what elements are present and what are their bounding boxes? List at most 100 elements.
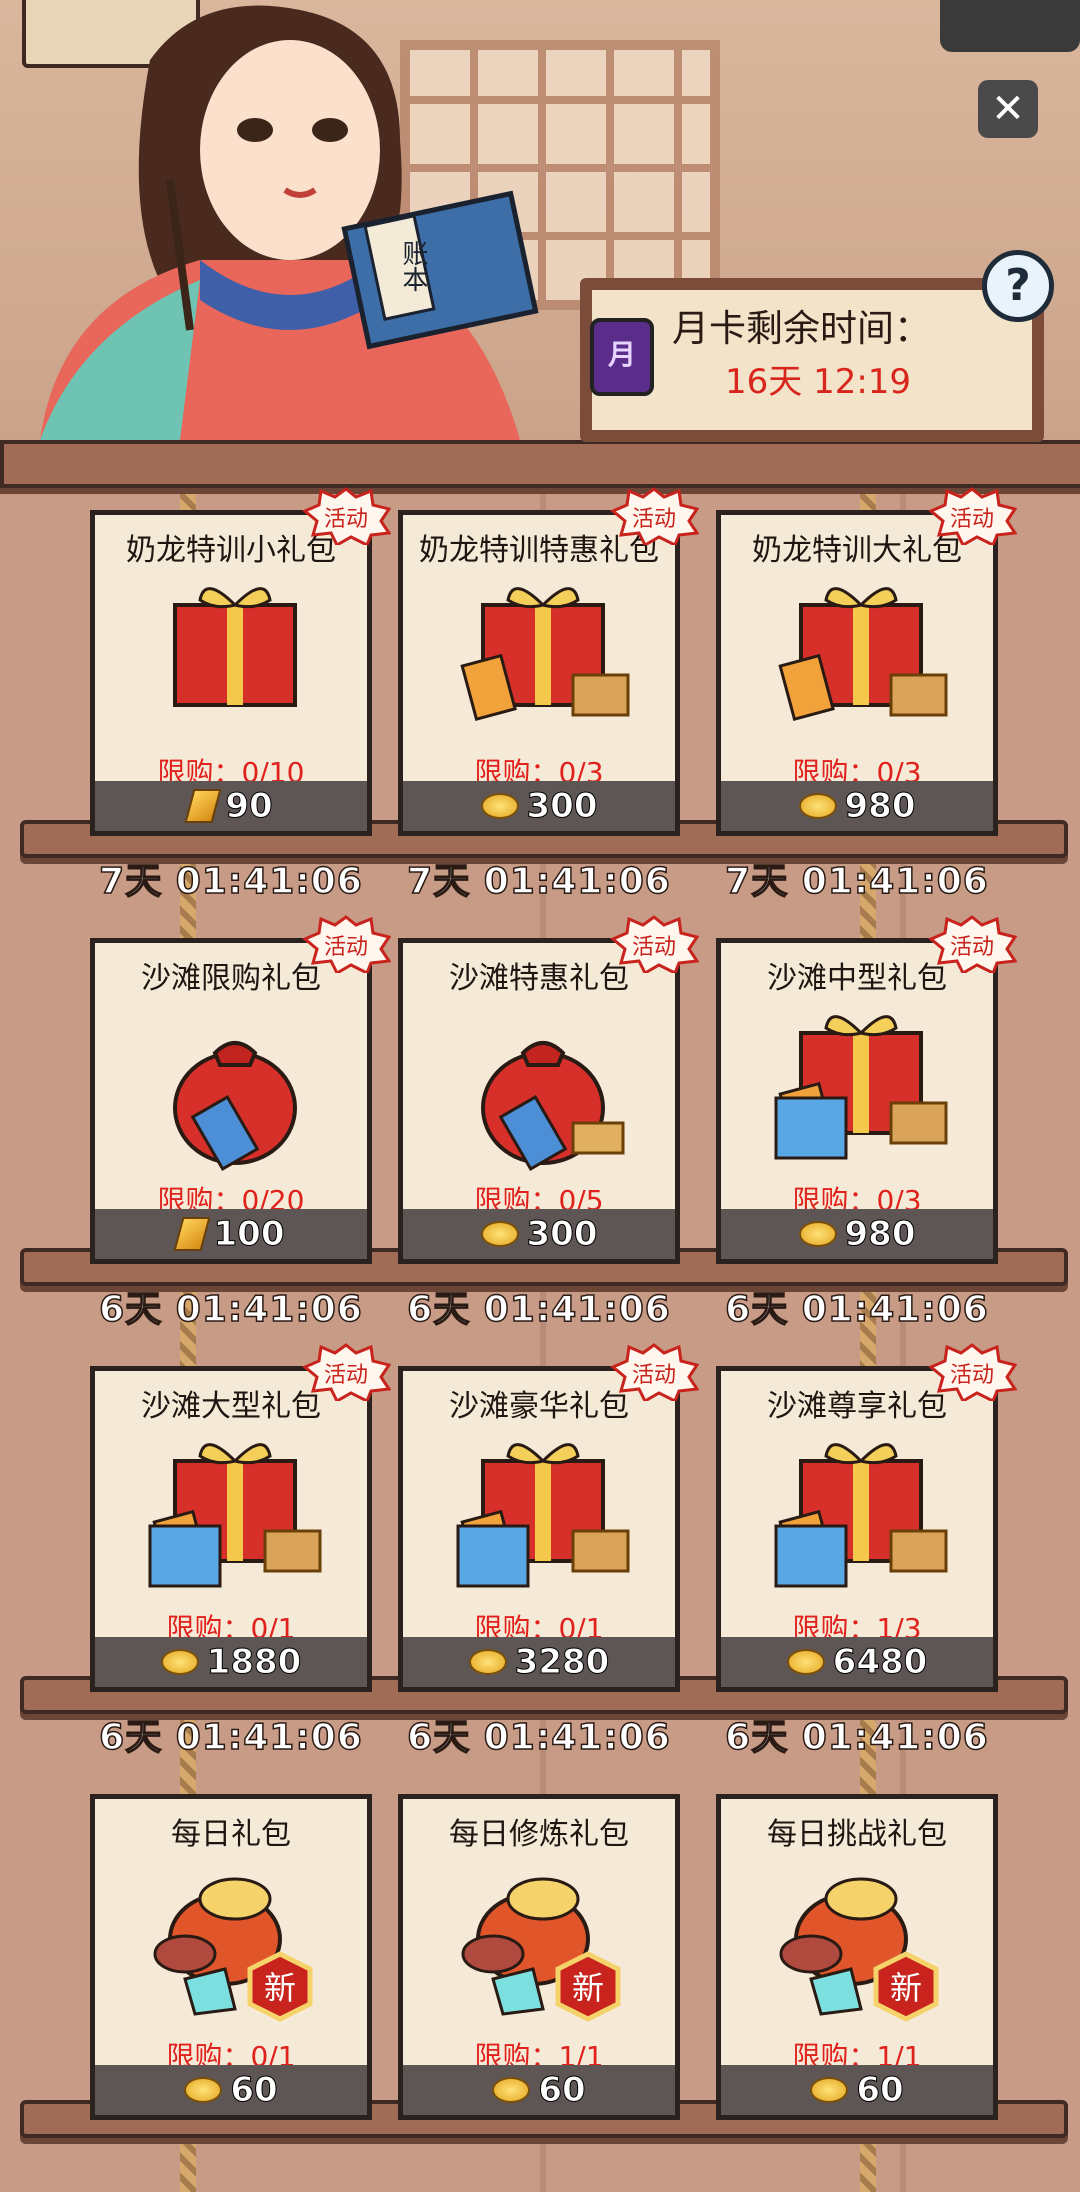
pack-price: 60 <box>538 2070 586 2111</box>
gift-pack-card[interactable]: 沙滩豪华礼包 限购：0/1 3280 活动 <box>398 1343 700 1692</box>
event-badge: 活动 <box>301 915 392 976</box>
buy-button[interactable]: 980 <box>721 781 993 831</box>
big-gift-box-with-tickets-icon <box>778 587 948 721</box>
pack-countdown: 6天 01:41:06 <box>406 1288 671 1331</box>
pack-price: 300 <box>526 786 598 827</box>
buy-button[interactable]: 6480 <box>721 1637 993 1687</box>
gift-pack-card[interactable]: 奶龙特训特惠礼包 限购：0/3 300 活动 <box>398 487 700 836</box>
buy-button[interactable]: 3280 <box>403 1637 675 1687</box>
pack-title: 每日挑战礼包 <box>767 1817 947 1852</box>
pack-price: 300 <box>526 1214 598 1255</box>
event-badge: 活动 <box>927 1343 1018 1404</box>
buy-button[interactable]: 60 <box>403 2065 675 2115</box>
gift-pack-card[interactable]: 奶龙特训小礼包 限购：0/10 90 活动 <box>90 487 392 836</box>
event-badge: 活动 <box>609 487 700 548</box>
gift-pack-card[interactable]: 沙滩尊享礼包 限购：1/3 6480 活动 <box>716 1343 1018 1692</box>
event-badge-label: 活动 <box>631 1363 676 1388</box>
gold-coin-icon <box>492 2077 531 2103</box>
month-card-icon: 月 <box>590 318 654 396</box>
event-badge-label: 活动 <box>949 935 994 960</box>
buy-button[interactable]: 100 <box>95 1209 367 1259</box>
event-badge: 活动 <box>609 1343 700 1404</box>
gift-box-with-shovels-icon <box>774 1015 948 1160</box>
pack-price: 60 <box>230 2070 278 2111</box>
buy-button[interactable]: 90 <box>95 781 367 831</box>
gift-pack-card[interactable]: 沙滩中型礼包 限购：0/3 980 活动 <box>716 915 1018 1264</box>
daily-bag-new-icon: 新 <box>461 1877 621 2022</box>
gold-coin-icon <box>798 1221 837 1247</box>
gold-bar-icon <box>172 1217 211 1251</box>
event-badge-label: 活动 <box>323 1363 368 1388</box>
luxury-gift-box-icon <box>456 1443 630 1588</box>
pack-price: 6480 <box>832 1642 928 1683</box>
gift-pack-card[interactable]: 沙滩大型礼包 限购：0/1 1880 活动 <box>90 1343 392 1692</box>
pack-price: 60 <box>856 2070 904 2111</box>
gold-coin-icon <box>480 1221 519 1247</box>
pack-title: 每日礼包 <box>171 1817 291 1852</box>
close-button[interactable]: ✕ <box>978 80 1038 138</box>
red-bag-with-shovels-icon <box>481 1041 625 1172</box>
buy-button[interactable]: 60 <box>95 2065 367 2115</box>
buy-button[interactable]: 300 <box>403 1209 675 1259</box>
pack-countdown: 6天 01:41:06 <box>98 1288 363 1331</box>
buy-button[interactable]: 60 <box>721 2065 993 2115</box>
event-badge: 活动 <box>301 487 392 548</box>
pack-price: 980 <box>844 1214 916 1255</box>
gold-coin-icon <box>184 2077 223 2103</box>
account-book-label: 账本 <box>398 240 428 292</box>
event-badge-label: 活动 <box>631 507 676 532</box>
buy-button[interactable]: 980 <box>721 1209 993 1259</box>
gift-pack-card[interactable]: 每日礼包新限购：0/1 60 <box>90 1794 372 2120</box>
pack-price: 90 <box>225 786 273 827</box>
gold-coin-icon <box>468 1649 507 1675</box>
pack-price: 1880 <box>206 1642 302 1683</box>
event-badge-label: 活动 <box>631 935 676 960</box>
gold-coin-icon <box>480 793 519 819</box>
event-badge: 活动 <box>609 915 700 976</box>
premium-gift-box-icon <box>774 1443 948 1588</box>
daily-bag-new-icon: 新 <box>153 1877 313 2022</box>
svg-text:新: 新 <box>890 1969 922 2007</box>
top-beam <box>0 440 1080 488</box>
pack-price: 3280 <box>514 1642 610 1683</box>
top-menu-capsule[interactable] <box>940 0 1080 52</box>
event-badge-label: 活动 <box>949 507 994 532</box>
event-badge-label: 活动 <box>323 935 368 960</box>
pack-countdown: 7天 01:41:06 <box>406 860 671 903</box>
gift-pack-card[interactable]: 每日修炼礼包新限购：1/1 60 <box>398 1794 680 2120</box>
pack-countdown: 6天 01:41:06 <box>724 1288 989 1331</box>
pack-countdown: 6天 01:41:06 <box>98 1716 363 1759</box>
daily-bag-new-icon: 新 <box>779 1877 939 2022</box>
help-button[interactable]: ? <box>982 250 1054 322</box>
event-badge: 活动 <box>927 915 1018 976</box>
gold-coin-icon <box>798 793 837 819</box>
pack-title: 每日修炼礼包 <box>449 1817 629 1852</box>
event-badge: 活动 <box>301 1343 392 1404</box>
red-bag-with-shovel-icon <box>173 1041 297 1172</box>
gold-coin-icon <box>786 1649 825 1675</box>
event-badge-label: 活动 <box>949 1363 994 1388</box>
shopkeeper-character <box>40 5 539 440</box>
event-badge-label: 活动 <box>323 507 368 532</box>
buy-button[interactable]: 1880 <box>95 1637 367 1687</box>
buy-button[interactable]: 300 <box>403 781 675 831</box>
pack-price: 100 <box>213 1214 285 1255</box>
pack-countdown: 7天 01:41:06 <box>98 860 363 903</box>
svg-text:新: 新 <box>264 1969 296 2007</box>
gold-coin-icon <box>810 2077 849 2103</box>
pack-countdown: 6天 01:41:06 <box>724 1716 989 1759</box>
month-card-remaining: 16天 12:19 <box>725 362 912 402</box>
gift-box-with-many-shovels-icon <box>148 1443 322 1588</box>
pack-price: 980 <box>844 786 916 827</box>
gift-pack-card[interactable]: 奶龙特训大礼包 限购：0/3 980 活动 <box>716 487 1018 836</box>
gift-box-with-tickets-icon <box>460 587 630 721</box>
month-card-label: 月卡剩余时间： <box>672 307 931 350</box>
gold-bar-icon <box>184 789 222 823</box>
gold-coin-icon <box>160 1649 199 1675</box>
gift-pack-card[interactable]: 沙滩限购礼包 限购：0/20 100 活动 <box>90 915 392 1264</box>
gift-pack-card[interactable]: 每日挑战礼包新限购：1/1 60 <box>716 1794 998 2120</box>
pack-countdown: 6天 01:41:06 <box>406 1716 671 1759</box>
svg-text:新: 新 <box>572 1969 604 2007</box>
gift-pack-card[interactable]: 沙滩特惠礼包 限购：0/5 300 活动 <box>398 915 700 1264</box>
small-gift-box-icon <box>173 587 297 707</box>
